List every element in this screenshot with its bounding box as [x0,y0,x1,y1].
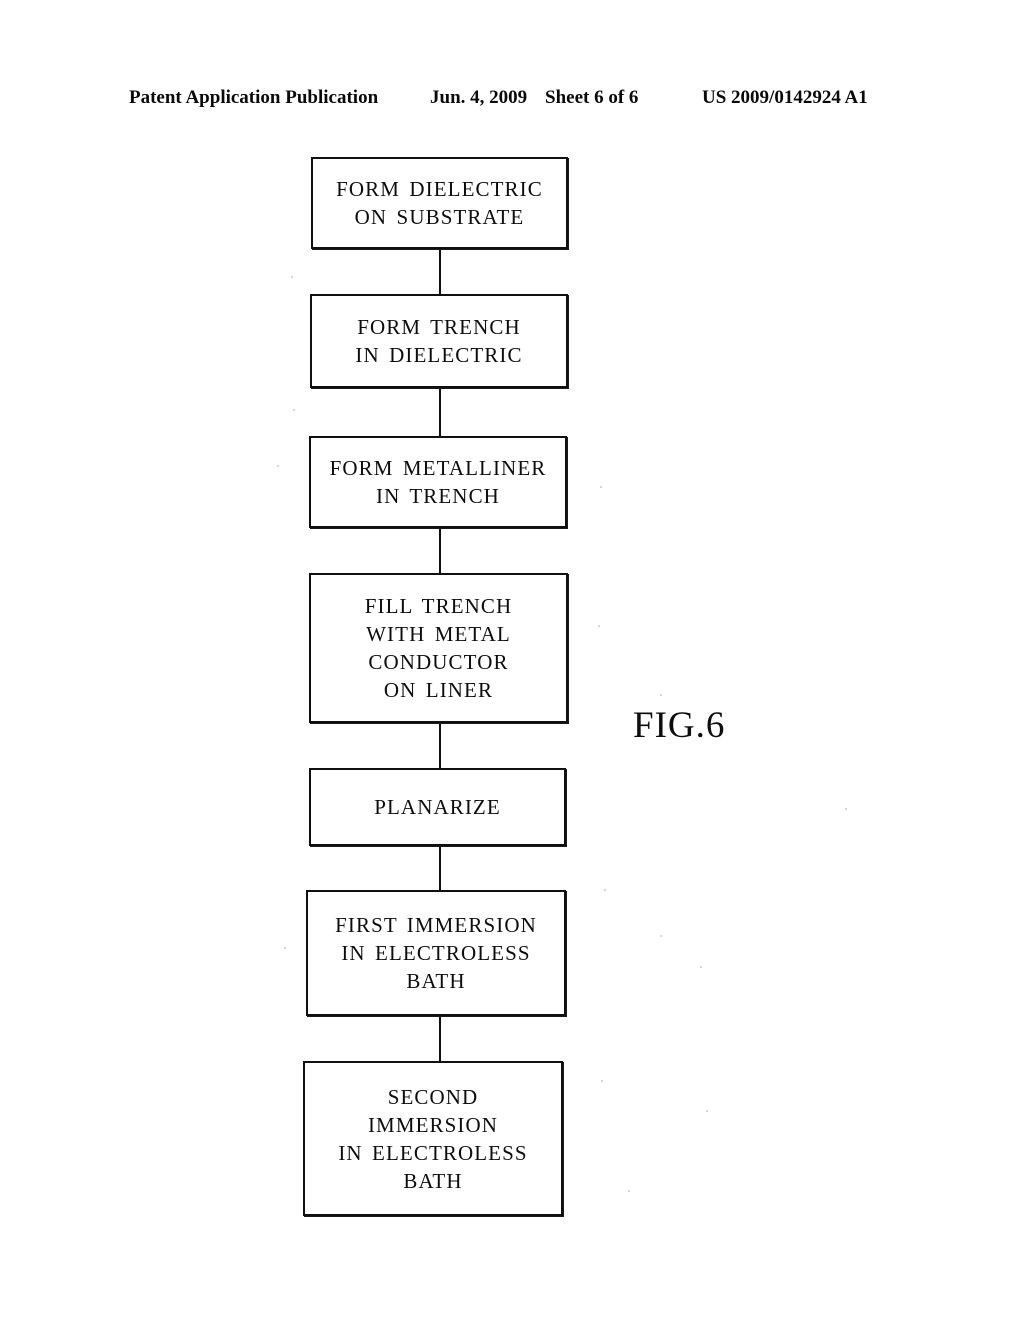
scan-speckle [598,625,600,627]
flowchart-step-second-immersion: SECOND IMMERSION IN ELECTROLESS BATH [303,1061,563,1216]
flowchart-step-label: FILL TRENCH WITH METAL CONDUCTOR ON LINE… [364,594,513,702]
scan-speckle [293,409,295,411]
scan-speckle [628,1190,630,1192]
scan-speckle [604,889,606,891]
flowchart-step-form-trench: FORM TRENCH IN DIELECTRIC [310,294,568,388]
scan-speckle [600,486,602,488]
figure-caption: FIG.6 [633,705,726,746]
connector-line [439,721,441,770]
flowchart-step-planarize: PLANARIZE [309,768,566,846]
scan-speckle [277,465,279,467]
flowchart-step-form-dielectric: FORM DIELECTRIC ON SUBSTRATE [311,157,568,249]
connector-line [439,247,441,296]
scan-speckle [601,1080,603,1082]
scan-speckle [660,694,662,696]
scan-speckle [660,935,662,937]
flowchart-step-label: FIRST IMMERSION IN ELECTROLESS BATH [335,913,537,993]
scan-speckle [845,808,847,810]
flowchart-step-fill-trench: FILL TRENCH WITH METAL CONDUCTOR ON LINE… [309,573,568,723]
scan-speckle [284,947,286,949]
connector-line [439,1014,441,1063]
connector-line [439,526,441,575]
flowchart-step-label: FORM METALLINER IN TRENCH [329,456,547,508]
flowchart-step-label: FORM DIELECTRIC ON SUBSTRATE [336,177,543,229]
flowchart-step-form-metalliner: FORM METALLINER IN TRENCH [309,436,567,528]
flowchart-step-label: PLANARIZE [374,795,501,819]
flowchart-step-first-immersion: FIRST IMMERSION IN ELECTROLESS BATH [306,890,566,1016]
scan-speckle [291,276,293,278]
scan-speckle [700,966,702,968]
flowchart-step-label: SECOND IMMERSION IN ELECTROLESS BATH [338,1084,528,1193]
connector-line [439,386,441,438]
figure-drawing-area: FORM DIELECTRIC ON SUBSTRATE FORM TRENCH… [0,0,1024,1320]
connector-line [439,844,441,892]
scan-speckle [706,1110,708,1112]
flowchart-step-label: FORM TRENCH IN DIELECTRIC [355,315,523,367]
